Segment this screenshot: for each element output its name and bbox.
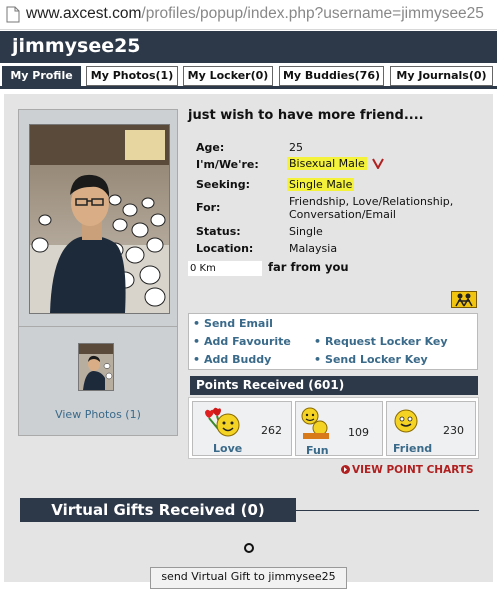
profile-actions: • Send Email • Add Favourite • Add Buddy • R… [188,313,478,370]
seeking-value-text: Single Male [287,178,355,191]
tab-my-journals[interactable]: My Journals(0) [390,66,493,86]
friend-count: 230 [443,424,464,437]
seeking-value: Single Male [287,178,355,191]
seeking-label: Seeking: [196,178,251,191]
view-photos-link[interactable]: View Photos (1) [19,408,177,421]
url-text[interactable]: www.axcest.com/profiles/popup/index.php?… [26,5,484,23]
age-label: Age: [196,141,225,154]
im-label: I'm/We're: [196,158,259,171]
photo-thumbnail[interactable] [78,343,114,391]
send-virtual-gift-button[interactable]: send Virtual Gift to jimmysee25 [150,567,347,589]
add-favourite-link[interactable]: • Add Favourite [193,335,291,348]
page-icon [6,6,20,23]
profile-tabs: My Profile My Photos(1) My Locker(0) My … [0,66,497,86]
location-value: Malaysia [289,242,338,255]
distance-label: far from you [268,260,349,274]
fun-label[interactable]: Fun [306,444,329,457]
love-label[interactable]: Love [213,442,242,455]
tab-my-locker[interactable]: My Locker(0) [183,66,273,86]
tab-my-photos[interactable]: My Photos(1) [86,66,178,86]
main-profile-photo[interactable] [29,124,170,314]
for-value-line1: Friendship, Love/Relationship, [289,195,454,208]
im-value-text: Bisexual Male [287,157,367,170]
age-value: 25 [289,141,303,154]
fun-count: 109 [348,426,369,439]
send-email-link[interactable]: • Send Email [193,317,273,330]
username-title: jimmysee25 [12,35,141,57]
url-path: /profiles/popup/index.php?username=jimmy… [141,5,484,22]
virtual-gifts-header: Virtual Gifts Received (0) [20,498,296,522]
request-locker-key-link[interactable]: • Request Locker Key [314,335,448,348]
fun-smiley-icon [301,407,329,439]
profile-header: jimmysee25 [0,31,497,63]
for-value-line2: Conversation/Email [289,208,396,221]
add-buddy-link[interactable]: • Add Buddy [193,353,271,366]
v-badge-icon [372,158,384,169]
people-group-icon[interactable] [451,291,477,308]
love-smiley-icon [205,407,240,437]
url-host: www.axcest.com [26,5,142,22]
love-count: 262 [261,424,282,437]
address-bar[interactable]: www.axcest.com/profiles/popup/index.php?… [0,0,497,30]
status-value: Single [289,225,323,238]
friend-label[interactable]: Friend [393,442,432,455]
friend-points-cell[interactable]: 230 Friend [386,401,476,456]
photo-panel: View Photos (1) [18,109,178,436]
points-received-header: Points Received (601) [190,376,478,395]
points-row: 262 Love 109 Fun 230 Friend [188,397,479,459]
view-point-charts-link[interactable]: VIEW POINT CHARTS [341,464,474,476]
status-message: just wish to have more friend.... [188,108,424,123]
tab-my-profile[interactable]: My Profile [2,66,81,86]
status-label: Status: [196,225,241,238]
fun-points-cell[interactable]: 109 Fun [295,401,383,457]
tab-my-buddies[interactable]: My Buddies(76) [279,66,384,86]
arrow-circle-icon [341,465,350,474]
photo-divider [19,326,177,327]
for-label: For: [196,201,221,214]
love-points-cell[interactable]: 262 Love [192,401,292,456]
im-value: Bisexual Male [287,157,367,170]
location-label: Location: [196,242,254,255]
tab-underline [0,86,497,89]
send-locker-key-link[interactable]: • Send Locker Key [314,353,428,366]
friend-smiley-icon [394,409,418,433]
virtual-gifts-divider [296,510,479,511]
loading-circle-icon [244,543,254,553]
distance-value: 0 Km [188,261,262,276]
